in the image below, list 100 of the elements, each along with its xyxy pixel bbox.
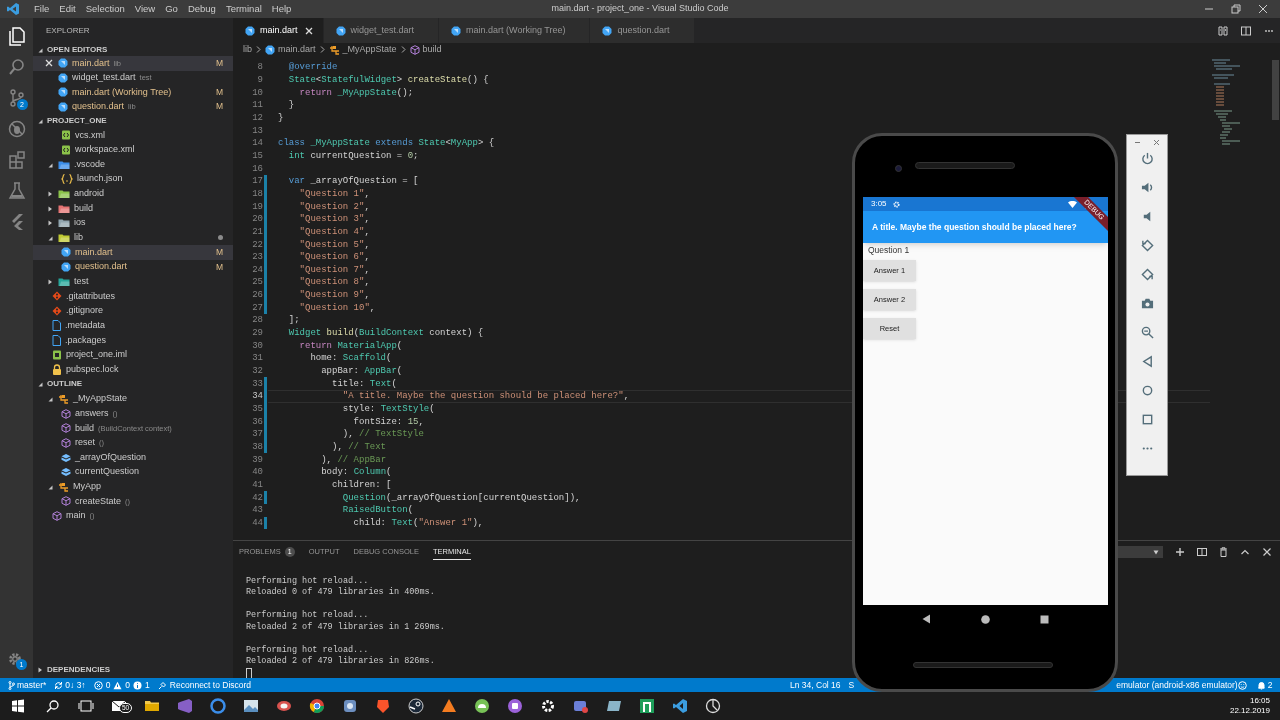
plus-icon[interactable] xyxy=(1175,547,1185,557)
compare-changes-icon[interactable] xyxy=(1218,25,1228,36)
app-icon[interactable] xyxy=(638,698,655,714)
breadcrumb-item[interactable]: _MyAppState xyxy=(328,42,397,57)
open-editor-item[interactable]: main.dart (Working Tree) M xyxy=(33,85,233,100)
app-icon[interactable] xyxy=(341,698,358,714)
rotate-left-icon[interactable] xyxy=(1140,239,1154,252)
editor-tab[interactable]: question.dart xyxy=(590,18,695,43)
volume-up-icon[interactable] xyxy=(1140,181,1154,194)
section-header[interactable]: OUTLINE xyxy=(33,377,233,391)
tree-item[interactable]: main.dart M xyxy=(33,245,233,260)
home-icon[interactable] xyxy=(981,614,990,624)
outline-item[interactable]: currentQuestion xyxy=(33,464,233,480)
browser-icon[interactable] xyxy=(308,698,325,714)
menu-item[interactable]: Go xyxy=(160,1,183,17)
breadcrumb-item[interactable]: main.dart xyxy=(265,42,316,57)
code-line: appBar: AppBar( xyxy=(320,365,403,378)
breadcrumb-item[interactable]: build xyxy=(409,42,442,57)
split-terminal-icon[interactable] xyxy=(1197,547,1207,557)
split-editor-icon[interactable] xyxy=(1241,25,1251,36)
tree-item[interactable]: project_one.iml xyxy=(33,347,233,363)
debug-icon[interactable] xyxy=(6,119,27,139)
camera-icon[interactable] xyxy=(1140,297,1154,310)
tree-item[interactable]: .packages xyxy=(33,332,233,348)
app-icon[interactable] xyxy=(704,698,721,714)
tree-item[interactable]: .vscode xyxy=(33,157,233,172)
discord-button[interactable]: Reconnect to Discord xyxy=(157,678,252,692)
app-icon[interactable] xyxy=(275,698,292,714)
settings-icon[interactable] xyxy=(6,650,24,668)
tree-item[interactable]: test xyxy=(33,274,233,290)
home-icon[interactable] xyxy=(1140,384,1154,397)
minimize-icon[interactable] xyxy=(1134,139,1141,146)
notifications-button[interactable]: 2 xyxy=(1256,678,1273,692)
tree-item[interactable]: pubspec.lock xyxy=(33,362,233,377)
outline-item[interactable]: _arrayOfQuestion xyxy=(33,450,233,465)
section-header[interactable]: DEPENDENCIES xyxy=(33,663,233,676)
trash-icon[interactable] xyxy=(1219,547,1228,557)
windows-logo-icon[interactable] xyxy=(11,699,25,713)
zoom-icon[interactable] xyxy=(1140,326,1154,339)
chevron-up-icon[interactable] xyxy=(1240,547,1250,557)
plug-icon xyxy=(157,680,167,690)
flask-icon[interactable] xyxy=(6,181,27,201)
breadcrumb-item[interactable]: lib xyxy=(243,42,252,57)
menu-item[interactable]: Terminal xyxy=(220,1,267,17)
outline-item[interactable]: _MyAppState xyxy=(33,391,233,407)
tree-item[interactable]: ios xyxy=(33,215,233,231)
overview-icon[interactable] xyxy=(1140,413,1154,426)
android-icon[interactable] xyxy=(473,698,490,714)
tree-item[interactable]: build xyxy=(33,201,233,216)
back-icon[interactable] xyxy=(922,614,931,624)
tree-item[interactable]: workspace.xml xyxy=(33,142,233,158)
gear-icon xyxy=(892,200,900,208)
close-icon[interactable] xyxy=(1262,547,1272,557)
tree-item[interactable]: launch.json xyxy=(33,171,233,187)
tree-item[interactable]: question.dart M xyxy=(33,259,233,275)
menu-item[interactable]: View xyxy=(129,1,161,17)
section-header[interactable]: PROJECT_ONE xyxy=(33,114,233,127)
tree-item[interactable]: android xyxy=(33,186,233,202)
extensions-icon[interactable] xyxy=(6,150,27,170)
app-icon[interactable] xyxy=(605,698,622,714)
tree-item[interactable]: .gitignore xyxy=(33,303,233,319)
tree-item[interactable]: .gitattributes xyxy=(33,289,233,304)
menu-item[interactable]: Debug xyxy=(182,1,221,17)
back-icon[interactable] xyxy=(1140,355,1154,368)
section-header[interactable]: OPEN EDITORS xyxy=(33,43,233,56)
steam-icon[interactable] xyxy=(407,698,424,714)
code-editor-icon[interactable] xyxy=(671,698,688,714)
restore-icon[interactable] xyxy=(1231,4,1241,14)
app-icon[interactable] xyxy=(440,698,457,714)
tree-item[interactable]: .metadata xyxy=(33,318,233,333)
folder-icon[interactable] xyxy=(143,698,160,714)
menu-item[interactable]: File xyxy=(29,1,55,17)
code-line: class _MyAppState extends State<MyApp> { xyxy=(278,137,495,150)
gear-icon[interactable] xyxy=(539,698,556,714)
close-icon[interactable] xyxy=(1258,4,1268,14)
problems-button[interactable]: 0 0 1 xyxy=(93,678,150,692)
branch-button[interactable]: master* xyxy=(8,678,47,692)
editor-tab[interactable]: widget_test.dart xyxy=(323,18,440,43)
terminal-line: Reloaded 0 of 479 libraries in 400ms. xyxy=(246,587,435,599)
cube-icon xyxy=(52,510,62,521)
power-icon[interactable] xyxy=(1140,152,1154,165)
files-icon[interactable] xyxy=(6,26,27,46)
app-icon[interactable] xyxy=(506,698,523,714)
task-view-icon[interactable] xyxy=(77,698,94,714)
menu-item[interactable]: Edit xyxy=(54,1,81,17)
sync-button[interactable]: 0↓ 3↑ xyxy=(54,678,86,692)
outline-item[interactable]: MyApp xyxy=(33,479,233,495)
photo-icon[interactable] xyxy=(242,698,259,714)
rotate-right-icon[interactable] xyxy=(1140,268,1154,281)
smiley-icon[interactable] xyxy=(1237,680,1247,690)
editor-tab[interactable]: main.dart (Working Tree) xyxy=(439,18,591,43)
tree-item[interactable]: vcs.xml xyxy=(33,128,233,143)
globe-icon[interactable] xyxy=(209,698,226,714)
editor-tab[interactable]: main.dart xyxy=(233,18,324,43)
search-icon[interactable] xyxy=(44,698,61,714)
tree-item[interactable]: lib xyxy=(33,230,233,246)
git-icon xyxy=(52,291,62,302)
menu-item[interactable]: Selection xyxy=(80,1,130,17)
recents-icon[interactable] xyxy=(1040,614,1049,624)
menu-item[interactable]: Help xyxy=(266,1,297,17)
